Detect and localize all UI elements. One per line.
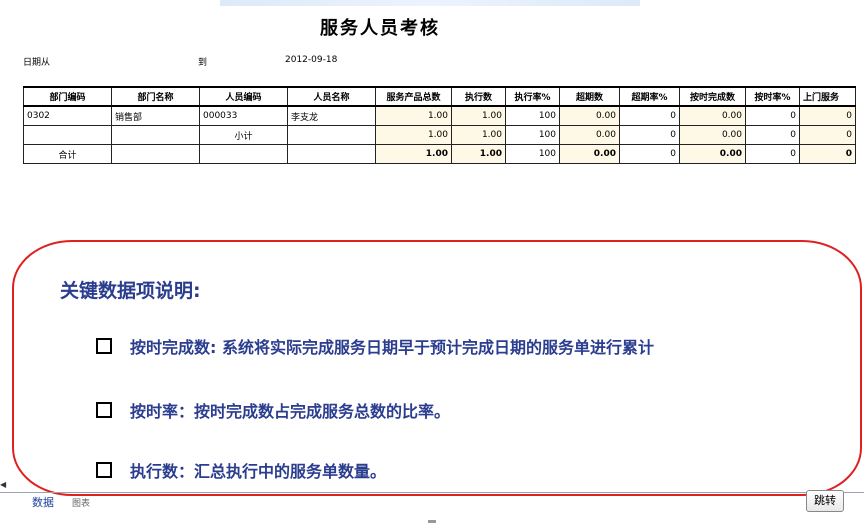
table-row-total[interactable]: 合计 1.00 1.00 100 0.00 0 0.00 0 0 xyxy=(23,144,856,164)
note-item-text: 执行数：汇总执行中的服务单数量。 xyxy=(130,462,387,481)
cell-total-label: 合计 xyxy=(23,144,112,164)
table-header-row: 部门编码 部门名称 人员编码 人员名称 服务产品总数 执行数 执行率% 超期数 … xyxy=(23,86,856,107)
header-onsite[interactable]: 上门服务 xyxy=(799,86,856,107)
date-to-value: 2012-09-18 xyxy=(285,55,338,65)
note-item-text: 按时完成数: 系统将实际完成服务日期早于预计完成日期的服务单进行累计 xyxy=(130,338,654,357)
cell-overdue: 0.00 xyxy=(559,105,620,126)
cell-overdue-rate: 0 xyxy=(619,105,680,126)
header-staff-name[interactable]: 人员名称 xyxy=(287,86,376,107)
table-row[interactable]: 0302 销售部 000033 李支龙 1.00 1.00 100 0.00 0… xyxy=(23,105,856,126)
note-heading: 关键数据项说明: xyxy=(60,280,201,302)
checkbox-icon xyxy=(96,338,112,354)
header-ontime-rate[interactable]: 按时率% xyxy=(745,86,800,107)
header-ontime[interactable]: 按时完成数 xyxy=(679,86,746,107)
footer-bar xyxy=(0,482,864,525)
scroll-left-icon[interactable]: ◀ xyxy=(0,480,8,490)
cell-staff-name: 李支龙 xyxy=(287,105,376,126)
cell-ontime: 0.00 xyxy=(679,125,746,145)
cell-ontime-rate: 0 xyxy=(745,105,800,126)
header-overdue[interactable]: 超期数 xyxy=(559,86,620,107)
cell-dept-name: 销售部 xyxy=(111,105,200,126)
cell-empty xyxy=(287,125,376,145)
cell-exec-rate: 100 xyxy=(505,144,560,164)
header-overdue-rate[interactable]: 超期率% xyxy=(619,86,680,107)
cell-total: 1.00 xyxy=(375,105,452,126)
header-dept-code[interactable]: 部门编码 xyxy=(23,86,112,107)
cell-empty xyxy=(199,144,288,164)
cell-dept-code: 0302 xyxy=(23,105,112,126)
cell-overdue-rate: 0 xyxy=(619,125,680,145)
cell-onsite: 0 xyxy=(799,125,856,145)
date-filter-row: 日期从 到 2012-09-18 xyxy=(0,55,864,69)
cell-onsite: 0 xyxy=(799,105,856,126)
header-total-products[interactable]: 服务产品总数 xyxy=(375,86,452,107)
header-dept-name[interactable]: 部门名称 xyxy=(111,86,200,107)
cell-staff-code: 000033 xyxy=(199,105,288,126)
tab-data[interactable]: 数据 xyxy=(32,494,54,510)
cell-executed: 1.00 xyxy=(451,125,506,145)
cell-exec-rate: 100 xyxy=(505,105,560,126)
cell-empty xyxy=(287,144,376,164)
cell-ontime: 0.00 xyxy=(679,105,746,126)
tab-chart[interactable]: 图表 xyxy=(72,496,90,509)
note-item-text: 按时率：按时完成数占完成服务总数的比率。 xyxy=(130,402,451,421)
cell-onsite: 0 xyxy=(799,144,856,164)
cell-empty xyxy=(111,144,200,164)
cell-empty xyxy=(111,125,200,145)
report-table-viewport[interactable]: 部门编码 部门名称 人员编码 人员名称 服务产品总数 执行数 执行率% 超期数 … xyxy=(0,84,864,176)
table-row-subtotal[interactable]: 小计 1.00 1.00 100 0.00 0 0.00 0 0 xyxy=(23,125,856,145)
report-title: 服务人员考核 xyxy=(320,18,440,39)
cell-exec-rate: 100 xyxy=(505,125,560,145)
cell-overdue: 0.00 xyxy=(559,125,620,145)
header-staff-code[interactable]: 人员编码 xyxy=(199,86,288,107)
cell-executed: 1.00 xyxy=(451,144,506,164)
header-executed[interactable]: 执行数 xyxy=(451,86,506,107)
cell-ontime-rate: 0 xyxy=(745,144,800,164)
cell-overdue-rate: 0 xyxy=(619,144,680,164)
cell-overdue: 0.00 xyxy=(559,144,620,164)
footer-divider xyxy=(0,492,864,493)
cell-ontime-rate: 0 xyxy=(745,125,800,145)
jump-button[interactable]: 跳转 xyxy=(806,490,844,512)
cell-ontime: 0.00 xyxy=(679,144,746,164)
cell-empty xyxy=(23,125,112,145)
report-table: 部门编码 部门名称 人员编码 人员名称 服务产品总数 执行数 执行率% 超期数 … xyxy=(23,86,856,164)
date-to-label: 到 xyxy=(198,58,208,68)
cell-total: 1.00 xyxy=(375,125,452,145)
checkbox-icon xyxy=(96,462,112,478)
resize-grip-icon[interactable] xyxy=(428,520,436,523)
date-from-label: 日期从 xyxy=(23,58,51,68)
header-exec-rate[interactable]: 执行率% xyxy=(505,86,560,107)
cell-executed: 1.00 xyxy=(451,105,506,126)
cell-total: 1.00 xyxy=(375,144,452,164)
cell-subtotal-label: 小计 xyxy=(199,125,288,145)
top-decor-strip xyxy=(220,0,640,6)
checkbox-icon xyxy=(96,402,112,418)
